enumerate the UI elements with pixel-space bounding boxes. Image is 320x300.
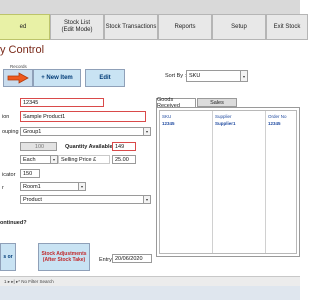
description-label: ion [2, 114, 10, 120]
entry-date-field[interactable]: 20/06/2020 [112, 254, 152, 263]
column-header-supplier: Supplier [215, 114, 232, 119]
quantity-input[interactable]: 100 [20, 142, 57, 151]
arrow-right-icon [7, 72, 29, 84]
indicator-value: 150 [23, 170, 33, 177]
grouping-select[interactable]: Group1 ▾ [20, 127, 151, 136]
chevron-down-icon: ▾ [78, 183, 85, 190]
sku-value: 12345 [23, 99, 39, 106]
tab-reports[interactable]: Reports [158, 14, 212, 40]
tab-stock-transactions[interactable]: Stock Transactions [104, 14, 158, 40]
indicator-field[interactable]: 150 [20, 169, 40, 178]
chevron-down-icon: ▾ [240, 71, 247, 81]
column-divider [212, 111, 213, 253]
tab-exit-stock[interactable]: Exit Stock [266, 14, 308, 40]
new-item-button[interactable]: + New Item [33, 69, 81, 87]
goods-received-panel: SKU Supplier Order No 12345 Supplier1 12… [156, 107, 300, 257]
indicator-label: icator [2, 172, 16, 178]
column-header-order-no: Order No [268, 114, 287, 119]
tab-edit[interactable]: ed [0, 14, 50, 40]
quantity-available-field: 149 [112, 142, 136, 151]
selling-price-field[interactable]: 25.00 [112, 155, 136, 164]
edit-button[interactable]: Edit [85, 69, 125, 87]
record-nav-text: 1 ▸ ▸| ▸* No Filter Search [4, 278, 54, 284]
tab-sales[interactable]: Sales [197, 98, 237, 107]
table-cell-sku[interactable]: 12345 [162, 121, 175, 126]
goods-received-table: SKU Supplier Order No 12345 Supplier1 12… [159, 110, 297, 254]
description-field[interactable]: Sample Product1 [20, 111, 146, 122]
sort-value: SKU [189, 73, 201, 79]
tab-setup[interactable]: Setup [212, 14, 266, 40]
location-value: Room1 [23, 183, 41, 190]
quantity-value: 100 [34, 143, 45, 150]
previous-record-button[interactable] [3, 69, 33, 87]
selling-price-label-box: Selling Price £ [58, 155, 110, 164]
quantity-available-value: 149 [115, 143, 125, 150]
sku-field[interactable]: 12345 [20, 98, 104, 107]
column-header-sku: SKU [162, 114, 172, 119]
unit-value: Each [23, 156, 36, 163]
location-select[interactable]: Room1 ▾ [20, 182, 86, 191]
tab-goods-received[interactable]: Goods Received [156, 97, 196, 109]
chevron-down-icon: ▾ [50, 156, 57, 163]
location-label: r [2, 185, 4, 191]
sort-select[interactable]: SKU ▾ [186, 70, 248, 82]
tab-stock-list[interactable]: Stock List (Edit Mode) [50, 14, 104, 40]
selling-price-value: 25.00 [115, 156, 129, 163]
type-value: Product [23, 196, 42, 203]
table-cell-supplier[interactable]: Supplier1 [215, 121, 236, 126]
sort-label: Sort By : [165, 73, 187, 79]
description-value: Sample Product1 [23, 113, 66, 120]
bottom-strip [0, 286, 300, 300]
grouping-label: ouping [2, 129, 19, 135]
top-tab-bar: ed Stock List (Edit Mode) Stock Transact… [0, 0, 308, 40]
type-select[interactable]: Product ▾ [20, 195, 151, 204]
entry-date-value: 20/06/2020 [115, 255, 143, 262]
unit-select[interactable]: Each ▾ [20, 155, 58, 164]
table-cell-order-no[interactable]: 12345 [268, 121, 281, 126]
stock-adjustments-button[interactable]: Stock Adjustments (After Stock Take) [38, 243, 90, 271]
chevron-down-icon: ▾ [143, 196, 150, 203]
selling-price-label: Selling Price £ [61, 156, 97, 163]
page-title: y Control [0, 44, 45, 56]
quantity-available-label: Quantity Available [65, 144, 113, 150]
record-navigation-bar[interactable]: 1 ▸ ▸| ▸* No Filter Search [0, 276, 300, 286]
column-divider [265, 111, 266, 253]
grouping-value: Group1 [23, 128, 42, 135]
left-action-button[interactable]: s or [0, 243, 16, 271]
chevron-down-icon: ▾ [143, 128, 150, 135]
discontinued-label: ontinued? [0, 220, 27, 226]
